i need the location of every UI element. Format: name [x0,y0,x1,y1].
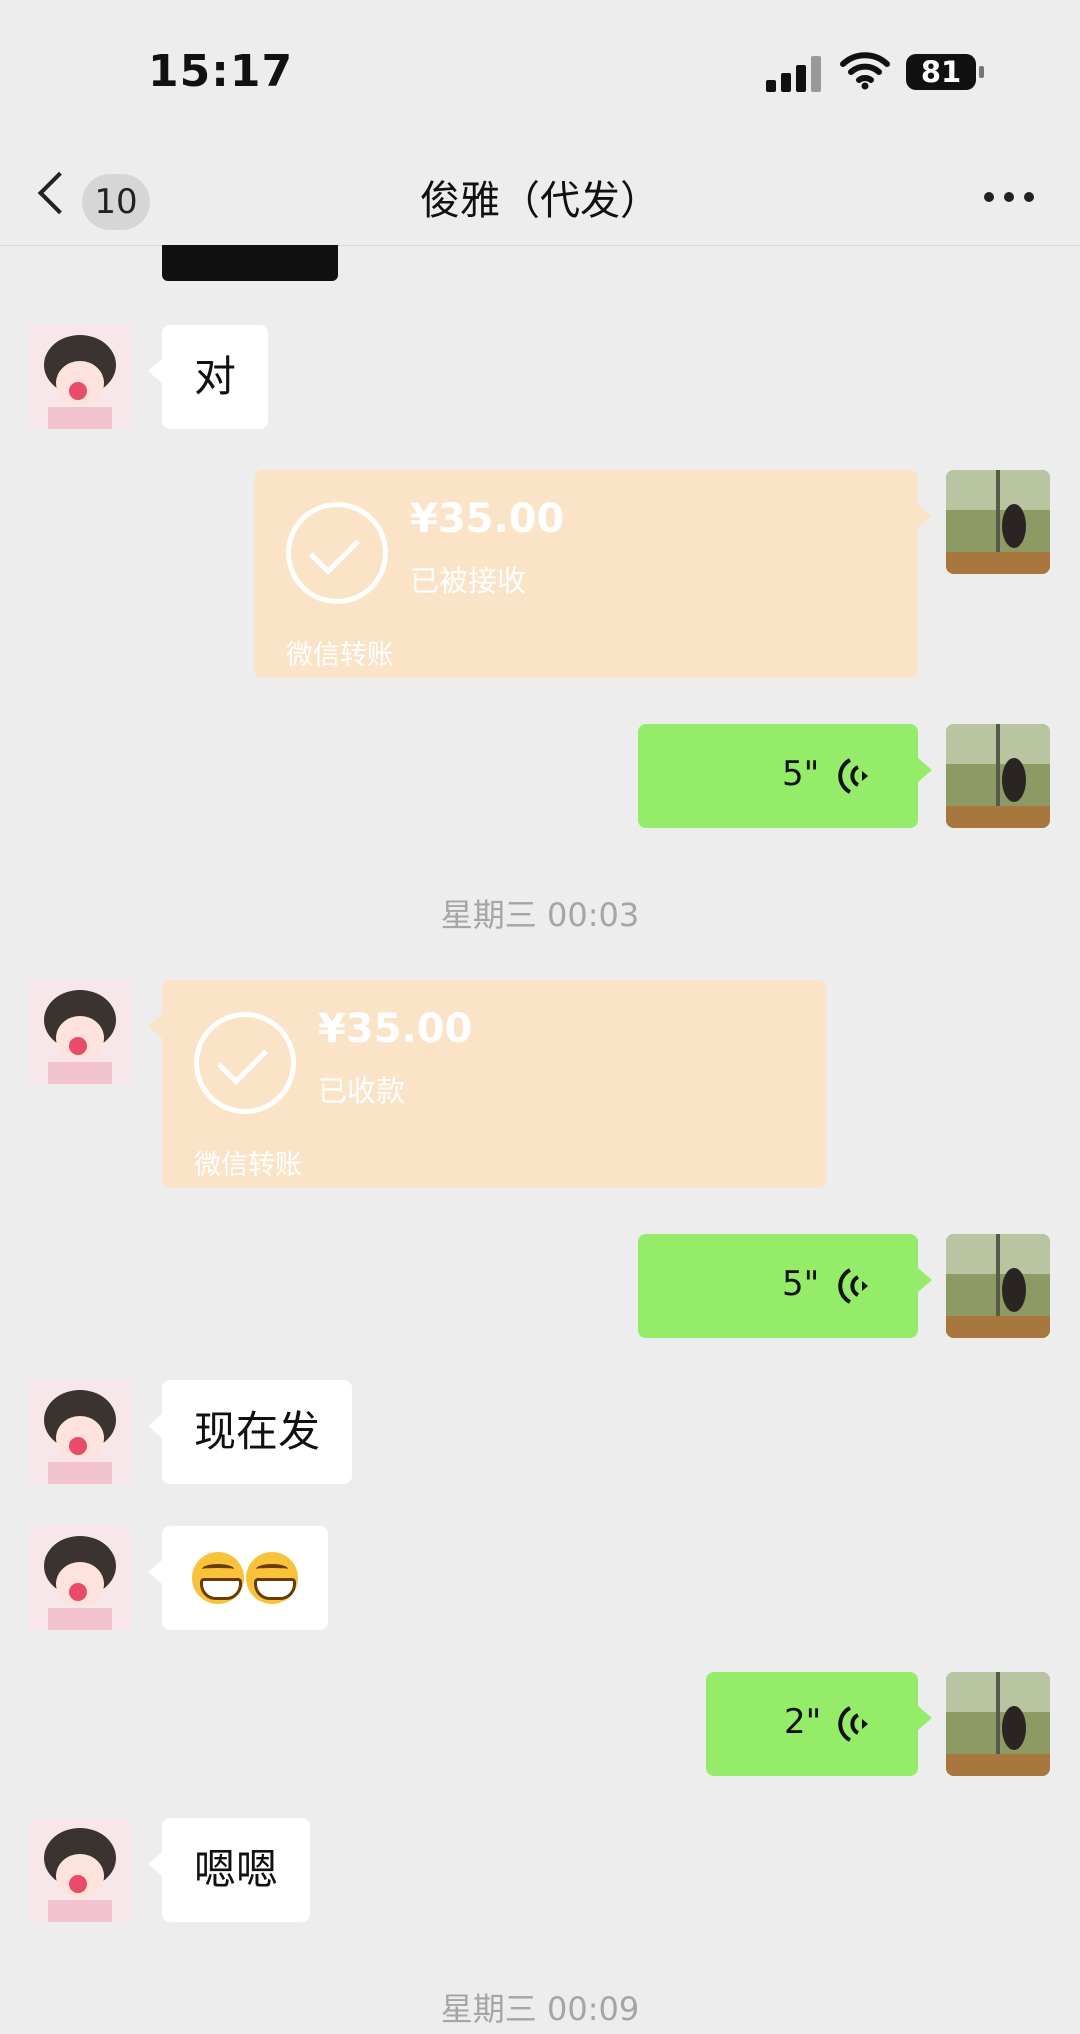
transfer-card-sent[interactable]: ¥35.00 已被接收 微信转账 [254,470,932,678]
avatar-illustration [28,1818,132,1922]
wifi-icon [840,52,890,90]
self-avatar[interactable] [946,470,1050,574]
battery-icon: 81 [906,54,984,90]
check-circle-icon [286,502,388,604]
voice-message-bubble[interactable]: 5" [638,1234,932,1338]
more-dots-icon[interactable] [982,186,1038,210]
chat-timestamp: 星期三 00:03 [440,896,640,934]
received-emoji-bubble[interactable] [148,1526,328,1630]
received-text-bubble[interactable]: 现在发 [147,1380,353,1484]
transfer-card-received[interactable]: ¥35.00 已收款 微信转账 [148,980,826,1188]
status-time: 15:17 [148,46,294,97]
transfer-amount: ¥35.00 [318,1006,473,1052]
voice-message-bubble[interactable]: 5" [638,724,932,828]
contact-avatar[interactable] [28,1818,132,1922]
self-avatar[interactable] [946,1234,1050,1338]
chat-timestamp: 星期三 00:09 [440,1990,640,2028]
grinning-face-emoji [192,1552,244,1604]
avatar-illustration [28,325,132,429]
contact-avatar[interactable] [28,1526,132,1630]
check-circle-icon [194,1012,296,1114]
image-message-thumbnail[interactable] [162,245,338,281]
message-text: 嗯嗯 [194,1845,279,1894]
voice-duration: 2" [784,1702,822,1742]
voice-duration: 5" [782,754,820,794]
transfer-status: 已被接收 [410,564,527,598]
avatar-photo [946,1234,1050,1338]
transfer-label: 微信转账 [286,640,394,671]
received-text-bubble[interactable]: 对 [147,325,269,429]
chat-header: 10 俊雅（代发） [0,150,1080,246]
chat-title: 俊雅（代发） [420,178,660,224]
avatar-illustration [28,980,132,1084]
signal-icon [766,56,824,92]
transfer-amount: ¥35.00 [410,496,565,542]
voice-duration: 5" [782,1264,820,1304]
transfer-label: 微信转账 [194,1150,302,1181]
self-avatar[interactable] [946,724,1050,828]
grinning-face-emoji [246,1552,298,1604]
voice-message-bubble[interactable]: 2" [706,1672,932,1776]
received-text-bubble[interactable]: 嗯嗯 [147,1818,311,1922]
contact-avatar[interactable] [28,980,132,1084]
voice-wave-icon [838,758,868,794]
avatar-photo [946,470,1050,574]
message-text: 对 [194,352,237,401]
message-text: 现在发 [194,1407,321,1456]
transfer-status: 已收款 [318,1074,406,1108]
avatar-photo [946,1672,1050,1776]
status-bar: 15:17 81 [0,0,1080,150]
contact-avatar[interactable] [28,1380,132,1484]
avatar-photo [946,724,1050,828]
voice-wave-icon [838,1268,868,1304]
voice-wave-icon [838,1706,868,1742]
contact-avatar[interactable] [28,325,132,429]
self-avatar[interactable] [946,1672,1050,1776]
avatar-illustration [28,1526,132,1630]
avatar-illustration [28,1380,132,1484]
